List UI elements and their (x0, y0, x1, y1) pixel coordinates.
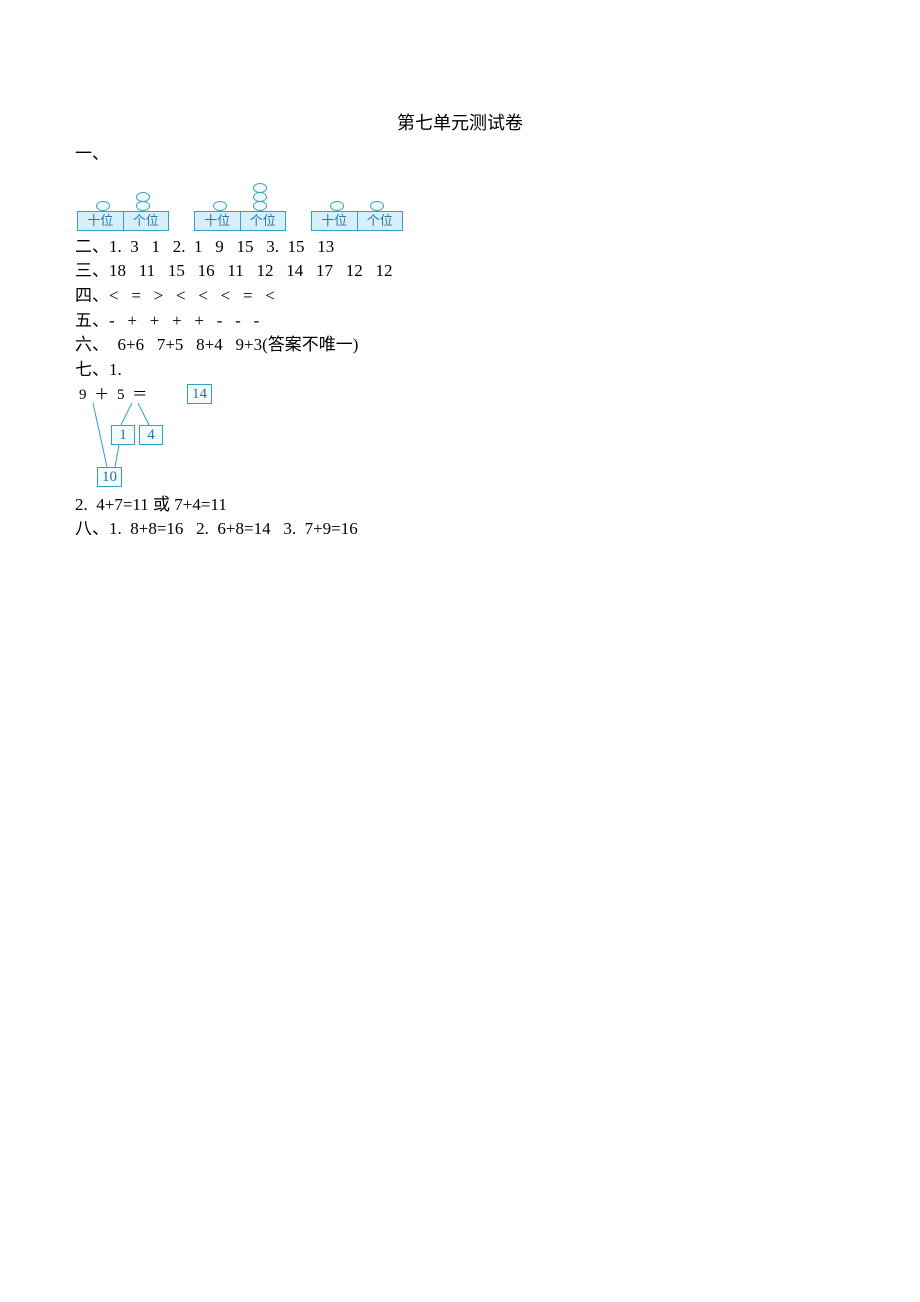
section-5-line: 五、- + + + + - - - (75, 309, 845, 334)
section-2-line: 二、1. 3 1 2. 1 9 15 3. 15 13 (75, 235, 845, 260)
abacus-ones-rod (240, 184, 280, 211)
abacus-tens-rod (200, 202, 240, 211)
bead-icon (96, 201, 110, 211)
bead-icon (136, 201, 150, 211)
abacus-tens-label: 十位 (195, 212, 241, 230)
bead-icon (370, 201, 384, 211)
section-8-line: 八、1. 8+8=16 2. 6+8=14 3. 7+9=16 (75, 517, 845, 542)
bead-icon (253, 201, 267, 211)
bond-split-2-box: 4 (139, 425, 163, 445)
abacus-beads (96, 202, 110, 211)
section-6-line: 六、 6+6 7+5 8+4 9+3(答案不唯一) (75, 333, 845, 358)
abacus-1: 十位 个位 (77, 169, 169, 231)
bond-split-1-box: 1 (111, 425, 135, 445)
abacus-beads (370, 202, 384, 211)
abacus-beads (330, 202, 344, 211)
abacus-tens-rod (83, 202, 123, 211)
bead-icon (330, 201, 344, 211)
bead-icon (213, 201, 227, 211)
abacus-beads (136, 193, 150, 211)
abacus-ones-rod (123, 193, 163, 211)
abacus-beads (213, 202, 227, 211)
abacus-rods (311, 169, 403, 211)
abacus-3: 十位 个位 (311, 169, 403, 231)
abacus-rods (194, 169, 286, 211)
abacus-2: 十位 个位 (194, 169, 286, 231)
section-1-label: 一、 (75, 142, 845, 167)
abacus-tens-rod (317, 202, 357, 211)
bond-sum-box: 10 (97, 467, 122, 487)
number-bond-diagram: 9 ＋ 5 ＝ 14 1 4 10 (75, 385, 225, 493)
abacus-beads (253, 184, 267, 211)
abacus-tens-label: 十位 (78, 212, 124, 230)
worksheet-page: 第七单元测试卷 一、 十位 (0, 0, 920, 542)
section-4-line: 四、< = > < < < = < (75, 284, 845, 309)
abacus-rods (77, 169, 169, 211)
abacus-ones-label: 个位 (358, 212, 403, 230)
abacus-row: 十位 个位 (75, 169, 845, 231)
page-title: 第七单元测试卷 (75, 110, 845, 136)
abacus-base: 十位 个位 (311, 211, 403, 231)
abacus-ones-rod (357, 202, 397, 211)
abacus-ones-label: 个位 (241, 212, 286, 230)
section-7-label: 七、1. (75, 358, 845, 383)
abacus-ones-label: 个位 (124, 212, 169, 230)
section-7-2-line: 2. 4+7=11 或 7+4=11 (75, 493, 845, 518)
abacus-tens-label: 十位 (312, 212, 358, 230)
abacus-base: 十位 个位 (194, 211, 286, 231)
abacus-base: 十位 个位 (77, 211, 169, 231)
section-3-line: 三、18 11 15 16 11 12 14 17 12 12 (75, 259, 845, 284)
